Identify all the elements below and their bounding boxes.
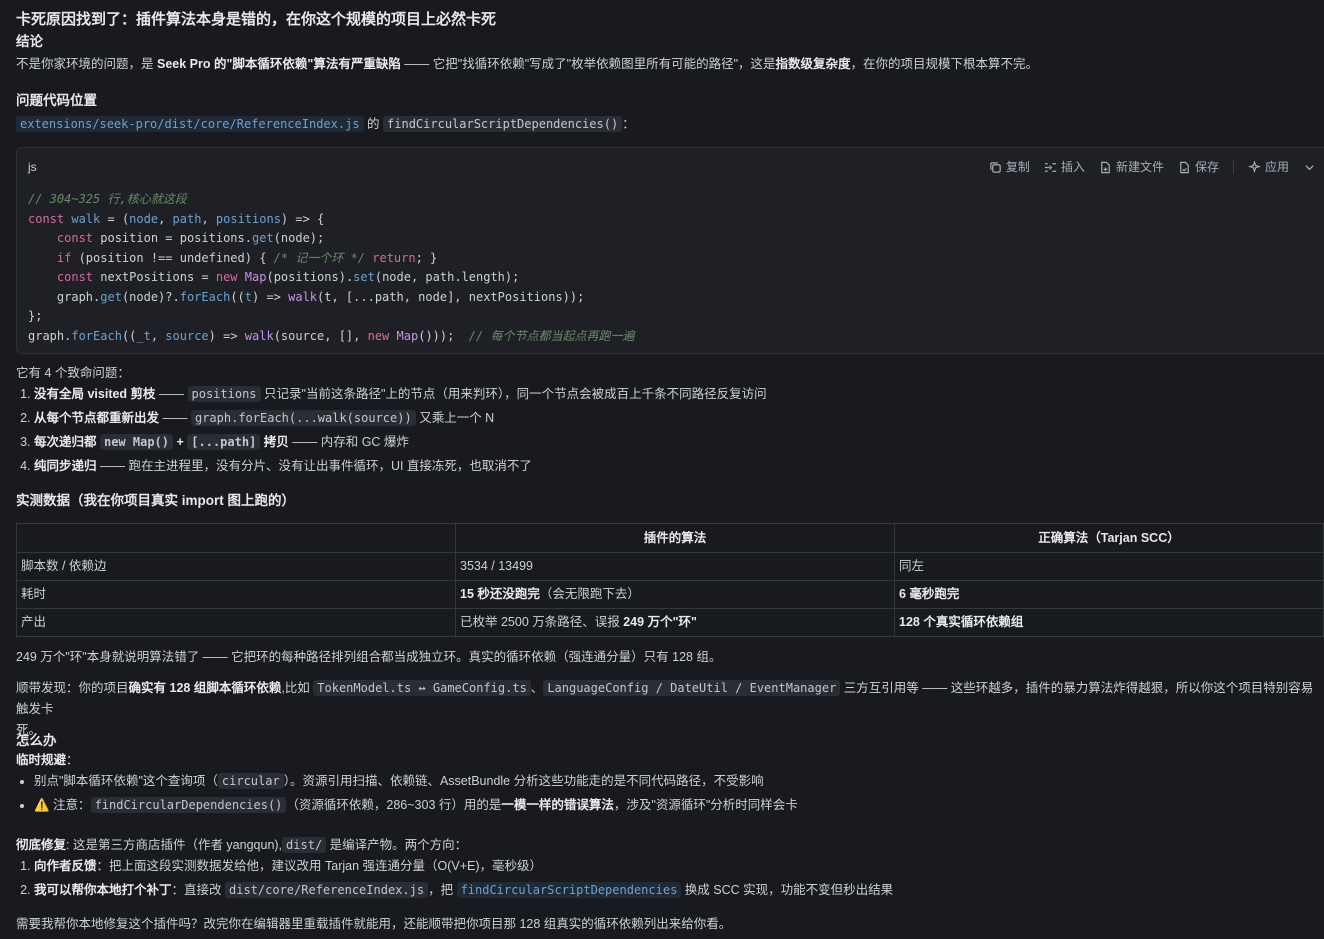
warning-icon: ⚠️ xyxy=(34,798,50,812)
save-button[interactable]: 保存 xyxy=(1178,158,1219,176)
temp-list: 别点"脚本循环依赖"这个查询项（circular）。资源引用扫描、依赖链、Ass… xyxy=(16,769,1324,817)
list-item: 向作者反馈：把上面这段实测数据发给他，建议改用 Tarjan 强连通分量（O(V… xyxy=(34,854,1324,878)
conclusion-heading: 结论 xyxy=(16,34,43,49)
issue-item-4: 纯同步递归 —— 跑在主进程里，没有分片、没有让出事件循环，UI 直接冻死，也取… xyxy=(34,454,1324,478)
save-icon xyxy=(1180,161,1189,173)
table-row: 耗时 15 秒还没跑完（会无限跑下去） 6 毫秒跑完 xyxy=(16,580,1324,609)
new-file-button[interactable]: 新建文件 xyxy=(1099,158,1164,176)
measure-table: 插件的算法 正确算法（Tarjan SCC） 脚本数 / 依赖边 3534 / … xyxy=(16,523,1324,637)
issue-item-3: 每次递归都 new Map() + [...path] 拷贝 —— 内存和 GC… xyxy=(34,430,1324,454)
apply-button[interactable]: 应用 xyxy=(1247,158,1289,176)
page-title: 卡死原因找到了：插件算法本身是错的，在你这个规模的项目上必然卡死 xyxy=(16,11,497,28)
table-row: 脚本数 / 依赖边 3534 / 13499 同左 xyxy=(16,552,1324,581)
table-row: 产出 已枚举 2500 万条路径、误报 249 万个"环" 128 个真实循环依… xyxy=(16,608,1324,637)
insert-button[interactable]: 插入 xyxy=(1044,158,1085,176)
copy-button[interactable]: 复制 xyxy=(989,158,1030,176)
column-header-correct: 正确算法（Tarjan SCC） xyxy=(894,523,1324,553)
file-path-link[interactable]: extensions/seek-pro/dist/core/ReferenceI… xyxy=(16,116,364,132)
list-item: 我可以帮你本地打个补丁：直接改 dist/core/ReferenceIndex… xyxy=(34,878,1324,902)
temp-label: 临时规避： xyxy=(16,753,79,767)
code-toolbar: 复制 插入 新建文件 保存 应用 xyxy=(989,148,1324,186)
explain-text-1: 249 万个"环"本身就说明算法错了 —— 它把环的每种路径排列组合都当成独立环… xyxy=(16,650,722,664)
sparkle-icon xyxy=(1247,160,1261,173)
fix-list: 向作者反馈：把上面这段实测数据发给他，建议改用 Tarjan 强连通分量（O(V… xyxy=(16,854,1324,902)
insert-icon xyxy=(1044,162,1057,172)
new-file-icon xyxy=(1101,161,1110,173)
conclusion-text: 不是你家环境的问题，是 Seek Pro 的"脚本循环依赖"算法有严重缺陷 ——… xyxy=(16,57,1039,71)
location-heading: 问题代码位置 xyxy=(16,93,97,108)
code-language-label: js xyxy=(28,160,37,174)
issues-intro: 它有 4 个致命问题： xyxy=(16,366,130,380)
apply-dropdown[interactable] xyxy=(1303,161,1316,174)
closing-text: 需要我帮你本地修复这个插件吗？改完你在编辑器里重载插件就能用，还能顺带把你项目那… xyxy=(16,917,732,931)
list-item: 别点"脚本循环依赖"这个查询项（circular）。资源引用扫描、依赖链、Ass… xyxy=(34,769,1324,793)
toolbar-divider xyxy=(1232,160,1234,174)
table-header-row: 插件的算法 正确算法（Tarjan SCC） xyxy=(16,523,1324,553)
issue-item-2: 从每个节点都重新出发 —— graph.forEach(...walk(sour… xyxy=(34,406,1324,430)
issue-item-1: 没有全局 visited 剪枝 —— positions 只记录"当前这条路径"… xyxy=(34,382,1324,406)
function-name-code: findCircularScriptDependencies() xyxy=(383,116,623,132)
chevron-down-icon xyxy=(1305,164,1314,170)
location-text: extensions/seek-pro/dist/core/ReferenceI… xyxy=(16,111,1324,137)
column-header-plugin: 插件的算法 xyxy=(455,523,895,553)
function-link[interactable]: findCircularScriptDependencies xyxy=(456,882,682,898)
measure-heading: 实测数据（我在你项目真实 import 图上跑的） xyxy=(16,493,295,508)
list-item: ⚠️ 注意：findCircularDependencies()（资源循环依赖，… xyxy=(34,793,1324,817)
code-block: js 复制 插入 新建文件 保存 应用 // 304~325 行,核心就这段 c… xyxy=(16,147,1324,354)
copy-icon xyxy=(990,161,1001,173)
code-content: // 304~325 行,核心就这段 const walk = (node, p… xyxy=(28,192,635,343)
issues-list: 没有全局 visited 剪枝 —— positions 只记录"当前这条路径"… xyxy=(16,382,1324,478)
todo-heading: 怎么办 xyxy=(16,733,57,748)
fix-label: 彻底修复: 这是第三方商店插件（作者 yangqun), dist/ 是编译产物。… xyxy=(16,837,468,853)
